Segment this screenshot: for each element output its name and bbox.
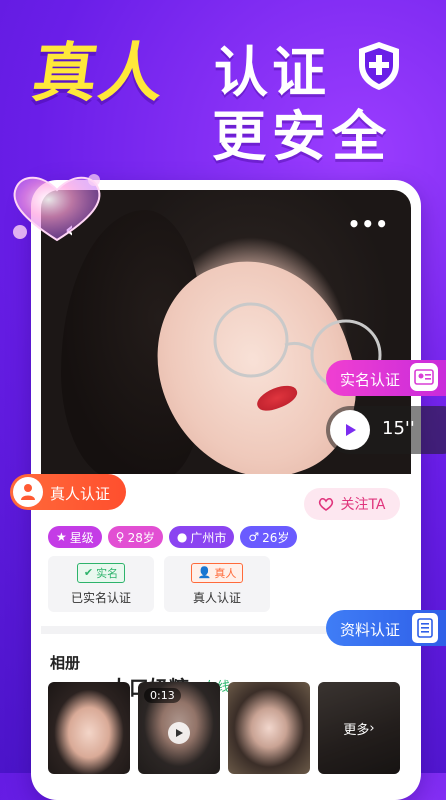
- album-more-label: 更多: [343, 722, 370, 738]
- album-title: 相册: [50, 654, 81, 672]
- realname-verified-badge: 实名认证: [326, 360, 446, 396]
- follow-label: 关注TA: [340, 497, 386, 513]
- realname-badge-label: 实名认证: [340, 371, 401, 389]
- album-more[interactable]: 更多 ›: [318, 682, 400, 774]
- tag-star-level: ★ 星级: [48, 526, 102, 548]
- male-icon: ♂: [248, 530, 260, 544]
- realname-chip-label: 实名: [96, 566, 119, 580]
- voice-intro-player[interactable]: 15'': [326, 406, 446, 454]
- promo-headline-real: 真人: [27, 37, 171, 111]
- verify-card-realname: ✔ 实名 已实名认证: [48, 556, 154, 612]
- realname-chip: ✔ 实名: [76, 562, 126, 583]
- tag-male-age: ♂ 26岁: [240, 526, 298, 548]
- follow-button[interactable]: 关注TA: [304, 488, 400, 520]
- profile-verified-label: 资料认证: [340, 621, 401, 639]
- chevron-right-icon: ›: [369, 720, 375, 736]
- tag-age: ♀ 28岁: [107, 526, 163, 548]
- tag-age-label: 28岁: [127, 530, 155, 545]
- tag-city: ● 广州市: [168, 526, 235, 548]
- play-triangle-icon: [346, 424, 356, 436]
- document-icon: [412, 613, 438, 643]
- verification-cards: ✔ 实名 已实名认证 👤 真人 真人认证: [48, 556, 270, 612]
- star-icon: ★: [56, 530, 67, 544]
- album-video[interactable]: 0:13: [138, 682, 220, 774]
- real-person-chip-label: 真人: [214, 566, 237, 580]
- verify-card-real-person: 👤 真人 真人认证: [164, 556, 270, 612]
- more-dots-icon[interactable]: •••: [348, 212, 389, 236]
- real-person-badge: 真人认证: [10, 474, 126, 510]
- location-icon: ●: [176, 530, 188, 544]
- album-grid: 0:13 更多 ›: [48, 682, 400, 774]
- play-button[interactable]: [330, 410, 370, 450]
- profile-verified-badge: 资料认证: [326, 610, 446, 646]
- user-icon: [13, 477, 43, 507]
- person-icon: 👤: [197, 566, 212, 579]
- album-photo-3[interactable]: [228, 682, 310, 774]
- real-person-chip: 👤 真人: [190, 562, 244, 583]
- tag-male-age-label: 26岁: [262, 530, 290, 545]
- album-more-overlay: 更多 ›: [318, 682, 400, 774]
- check-circle-icon: ✔: [83, 566, 94, 579]
- tag-city-label: 广州市: [190, 530, 227, 545]
- video-duration: 0:13: [144, 688, 181, 703]
- id-card-icon: [410, 363, 438, 391]
- real-person-badge-label: 真人认证: [50, 485, 111, 503]
- heart-outline-icon: [319, 497, 334, 511]
- promo-headline-safer: 更安全: [212, 105, 392, 168]
- tag-star-label: 星级: [69, 530, 94, 545]
- shield-plus-icon: [359, 42, 399, 90]
- profile-tags: ★ 星级 ♀ 28岁 ● 广州市 ♂ 26岁: [48, 526, 298, 548]
- realname-label: 已实名认证: [70, 590, 131, 605]
- heart-bubble-icon: [13, 174, 101, 242]
- voice-duration: 15'': [382, 418, 415, 439]
- play-icon: [168, 722, 190, 744]
- album-photo-1[interactable]: [48, 682, 130, 774]
- real-person-label: 真人认证: [192, 590, 241, 605]
- female-icon: ♀: [115, 530, 125, 544]
